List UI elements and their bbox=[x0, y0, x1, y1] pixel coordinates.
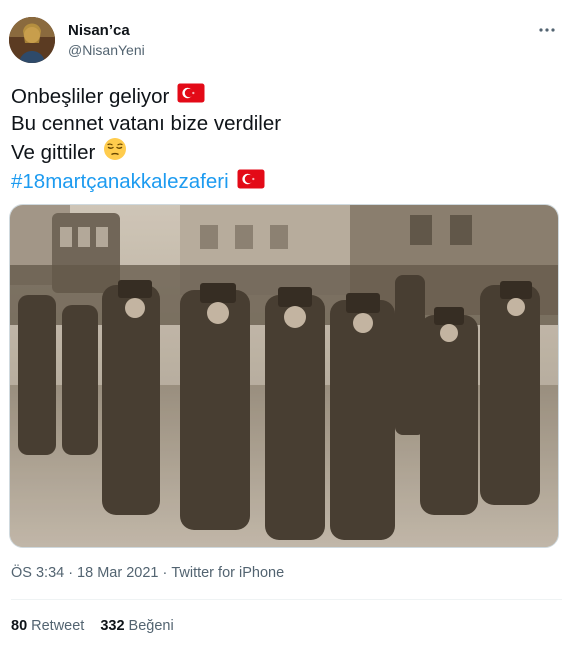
tweet-photo[interactable] bbox=[9, 204, 559, 548]
likes-label: Beğeni bbox=[128, 618, 174, 634]
tweet-line-2: Bu cennet vatanı bize verdiler bbox=[11, 111, 281, 138]
tweet-time[interactable]: ÖS 3:34 bbox=[11, 565, 64, 581]
tweet-source-link[interactable]: Twitter for iPhone bbox=[171, 565, 284, 581]
divider bbox=[11, 599, 562, 600]
author-name[interactable]: Nisan’ca bbox=[68, 22, 130, 39]
tweet-metadata: ÖS 3:34 · 18 Mar 2021 · Twitter for iPho… bbox=[11, 565, 284, 581]
separator: · bbox=[162, 565, 168, 581]
tweet-line-4: #18martçanakkalezaferi bbox=[11, 169, 281, 197]
tweet-date[interactable]: 18 Mar 2021 bbox=[77, 565, 158, 581]
sepia-photo-icon bbox=[10, 205, 558, 547]
avatar[interactable] bbox=[9, 17, 55, 63]
turkish-flag-icon bbox=[177, 83, 205, 111]
tweet-line-1: Onbeşliler geliyor bbox=[11, 83, 281, 111]
turkish-flag-icon bbox=[237, 169, 265, 197]
retweets-label: Retweet bbox=[31, 618, 85, 634]
tweet-stats: 80 Retweet 332 Beğeni bbox=[11, 618, 174, 634]
pensive-face-icon bbox=[103, 137, 127, 169]
tweet-line-text: Onbeşliler geliyor bbox=[11, 84, 170, 108]
tweet-line-text: Bu cennet vatanı bize verdiler bbox=[11, 111, 282, 135]
author-handle[interactable]: @NisanYeni bbox=[68, 42, 145, 58]
avatar-image bbox=[9, 17, 55, 63]
retweets-stat[interactable]: 80 Retweet bbox=[11, 618, 84, 634]
more-dots-icon bbox=[539, 28, 555, 32]
tweet-line-3: Ve gittiler bbox=[11, 137, 281, 169]
likes-count: 332 bbox=[100, 618, 125, 634]
tweet-line-text: Ve gittiler bbox=[11, 140, 96, 164]
retweets-count: 80 bbox=[11, 618, 28, 634]
hashtag-link[interactable]: #18martçanakkalezaferi bbox=[11, 169, 229, 196]
separator: · bbox=[68, 565, 74, 581]
more-options-button[interactable] bbox=[535, 20, 559, 40]
tweet-text: Onbeşliler geliyor Bu cennet vatanı bize… bbox=[11, 83, 281, 196]
likes-stat[interactable]: 332 Beğeni bbox=[100, 618, 173, 634]
